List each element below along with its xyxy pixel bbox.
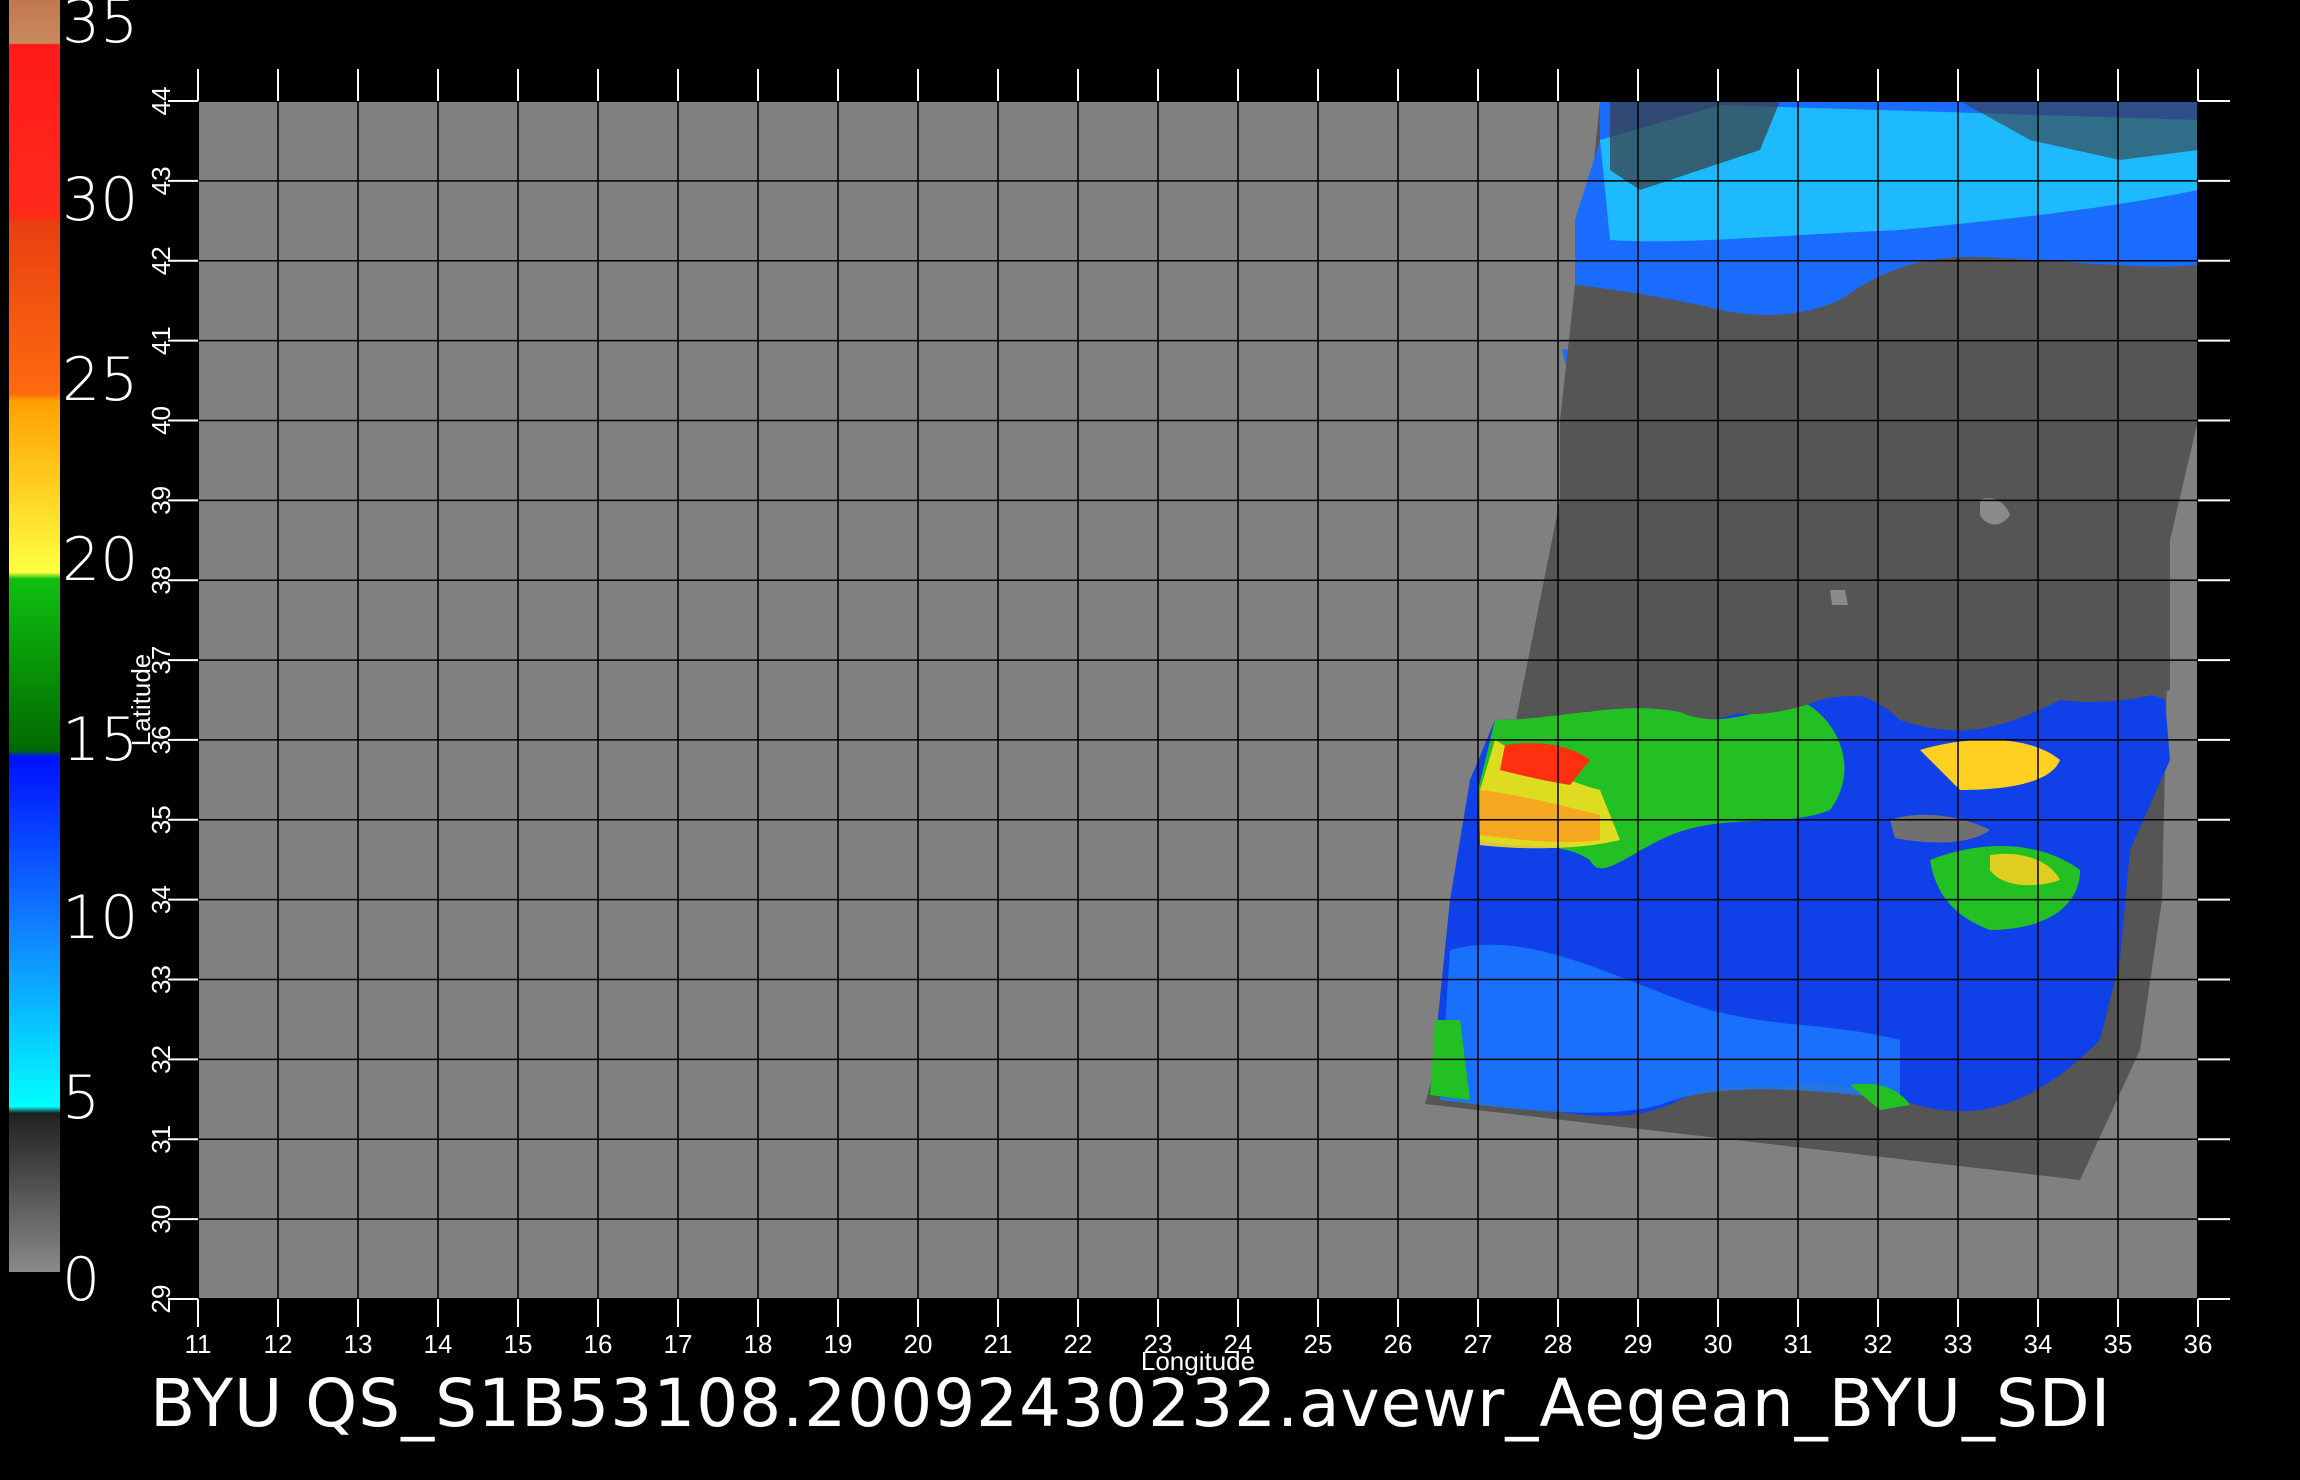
lon-tick-label: 29 — [1624, 1329, 1653, 1359]
lon-tick-label: 36 — [2184, 1329, 2213, 1359]
lon-tick-label: 25 — [1304, 1329, 1333, 1359]
lon-tick-label: 20 — [904, 1329, 933, 1359]
lon-tick-label: 31 — [1784, 1329, 1813, 1359]
lat-tick-label: 29 — [146, 1285, 176, 1314]
lon-tick-label: 33 — [1944, 1329, 1973, 1359]
y-axis-label: Latitude — [126, 654, 156, 747]
lat-tick-label: 35 — [146, 805, 176, 834]
lon-tick-label: 27 — [1464, 1329, 1493, 1359]
lon-tick-label: 21 — [984, 1329, 1013, 1359]
land-spot-2 — [1830, 590, 1848, 605]
lat-tick-label: 33 — [146, 965, 176, 994]
lon-tick-label: 14 — [424, 1329, 453, 1359]
lat-tick-label: 41 — [146, 326, 176, 355]
lat-tick-label: 38 — [146, 566, 176, 595]
lat-tick-label: 44 — [146, 87, 176, 116]
lat-tick-label: 30 — [146, 1205, 176, 1234]
lon-tick-label: 26 — [1384, 1329, 1413, 1359]
land-turkey — [1560, 420, 2170, 724]
lon-tick-label: 32 — [1864, 1329, 1893, 1359]
lat-tick-label: 32 — [146, 1045, 176, 1074]
lon-tick-label: 15 — [504, 1329, 533, 1359]
image-title: BYU QS_S1B53108.20092430232.avewr_Aegean… — [150, 1365, 2112, 1442]
lon-tick-label: 30 — [1704, 1329, 1733, 1359]
lon-tick-label: 34 — [2024, 1329, 2053, 1359]
lon-tick-label: 19 — [824, 1329, 853, 1359]
lon-tick-label: 11 — [185, 1329, 212, 1359]
lon-tick-label: 12 — [264, 1329, 293, 1359]
lon-tick-label: 13 — [344, 1329, 373, 1359]
lat-tick-label: 31 — [146, 1125, 176, 1154]
lat-tick-label: 34 — [146, 885, 176, 914]
lat-tick-label: 39 — [146, 486, 176, 515]
lat-tick-label: 42 — [146, 246, 176, 275]
lon-tick-label: 28 — [1544, 1329, 1573, 1359]
lat-tick-label: 43 — [146, 166, 176, 195]
lon-tick-label: 16 — [584, 1329, 613, 1359]
lon-tick-label: 22 — [1064, 1329, 1093, 1359]
lon-tick-label: 35 — [2104, 1329, 2133, 1359]
lat-tick-label: 40 — [146, 406, 176, 435]
wind-map: 11 12 13 14 15 16 17 18 19 20 21 22 23 24 25 26 27 28 29 30… — [126, 69, 2230, 1376]
lon-tick-label: 17 — [664, 1329, 693, 1359]
lon-tick-label: 18 — [744, 1329, 773, 1359]
